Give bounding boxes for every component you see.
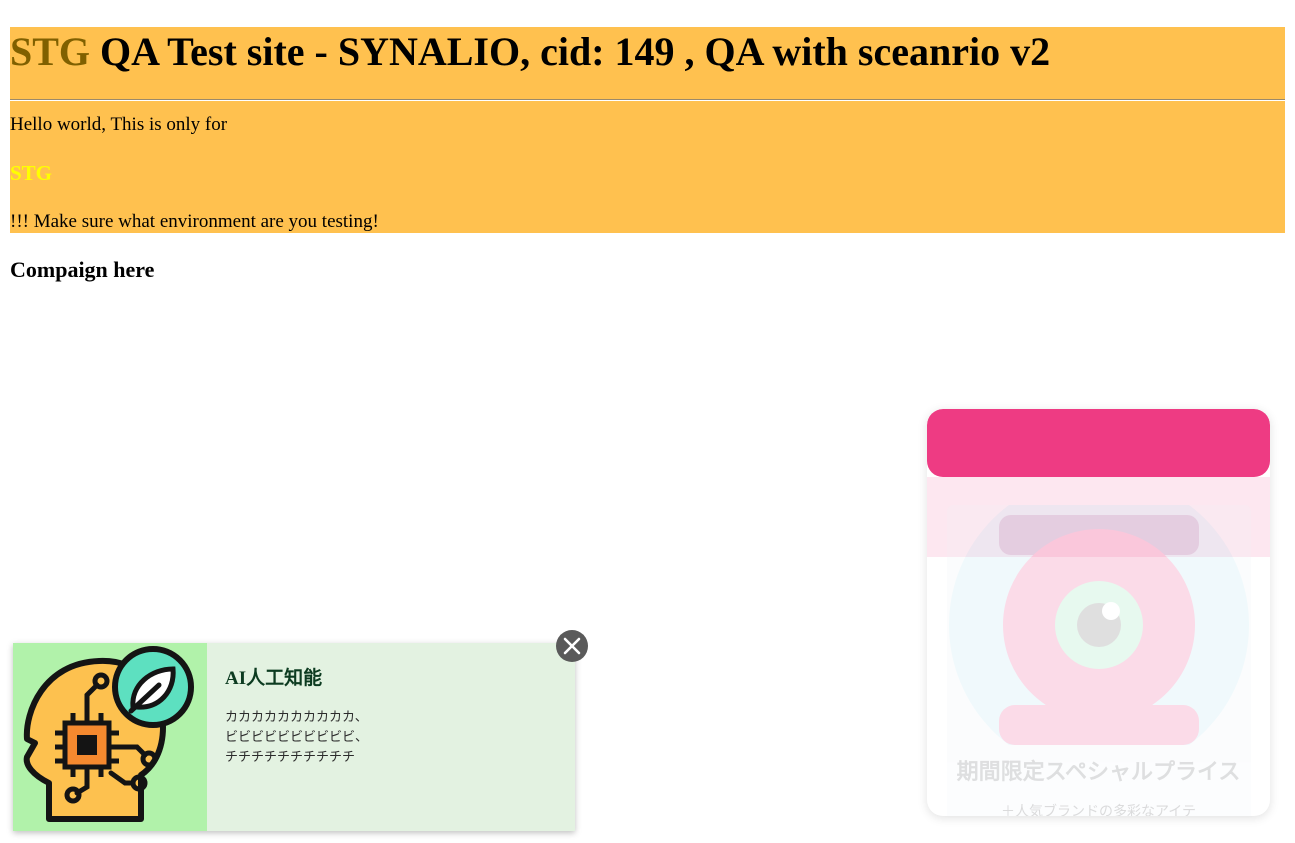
campaign-heading: Compaign here <box>10 257 155 282</box>
divider <box>10 99 1285 101</box>
robot-icon <box>949 475 1249 775</box>
intro-text: Hello world, This is only for <box>10 114 228 135</box>
desc-line: チチチチチチチチチチ <box>225 750 356 765</box>
popup-subtitle: ＋人気ブランドの多彩なアイテ <box>1000 804 1197 816</box>
env-label: STG <box>10 29 91 74</box>
campaign-popup[interactable]: 期間限定スペシャルプライス ＋人気ブランドの多彩なアイテ <box>927 409 1270 816</box>
close-button[interactable] <box>556 630 588 662</box>
banner-heading: AI人工知能 <box>225 668 323 689</box>
warning-text: !!! Make sure what environment are you t… <box>10 211 379 232</box>
popup-title: 期間限定スペシャルプライス <box>956 760 1241 785</box>
close-icon <box>563 637 581 655</box>
environment-banner: STG QA Test site - SYNALIO, cid: 149 , Q… <box>10 27 1285 233</box>
popup-header <box>927 409 1270 477</box>
env-strong: STG <box>10 161 53 185</box>
desc-line: カカカカカカカカカカ、 <box>225 710 368 725</box>
banner-image <box>13 643 207 831</box>
banner-description: カカカカカカカカカカ、 ビビビビビビビビビビ、 チチチチチチチチチチ <box>225 708 368 768</box>
ai-head-icon <box>23 646 194 822</box>
title-text: QA Test site - SYNALIO, cid: 149 , QA wi… <box>90 29 1051 74</box>
desc-line: ビビビビビビビビビビ、 <box>225 730 369 745</box>
ai-banner[interactable]: AI人工知能 カカカカカカカカカカ、 ビビビビビビビビビビ、 チチチチチチチチチ… <box>13 643 575 831</box>
page-title: STG QA Test site - SYNALIO, cid: 149 , Q… <box>10 29 1050 75</box>
